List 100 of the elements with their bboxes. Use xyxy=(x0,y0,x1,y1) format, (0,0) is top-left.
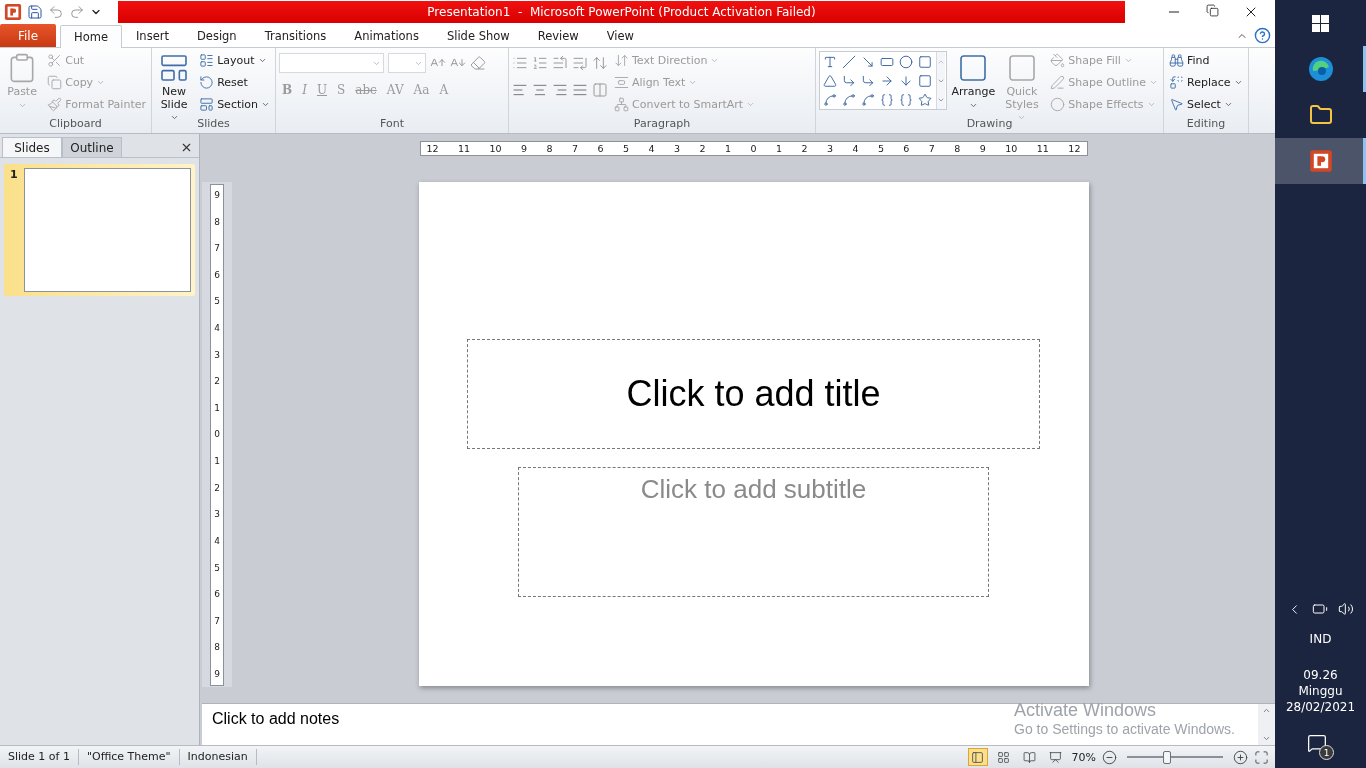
paintbrush-icon xyxy=(47,97,63,112)
ruler-number: 11 xyxy=(458,143,471,154)
view-button[interactable] xyxy=(967,748,988,766)
zoom-level[interactable]: 70% xyxy=(1071,750,1096,764)
slider-thumb[interactable] xyxy=(1162,750,1171,764)
language-indicator[interactable]: IND xyxy=(1309,631,1332,647)
window-title: Presentation1 - Microsoft PowerPoint (Product Activation Failed) xyxy=(118,1,1125,23)
file-tab[interactable]: File xyxy=(0,24,56,47)
redo-icon[interactable] xyxy=(69,4,85,20)
pane-tab[interactable]: Outline xyxy=(62,137,122,157)
align-center-icon[interactable] xyxy=(532,82,548,98)
arrow-icon[interactable] xyxy=(860,54,875,69)
clock-day[interactable]: Minggu xyxy=(1298,683,1343,699)
zoom-in-icon[interactable] xyxy=(1233,749,1248,765)
battery-icon[interactable] xyxy=(1312,601,1328,617)
line-icon[interactable] xyxy=(841,54,856,69)
binoculars-icon xyxy=(1169,53,1184,68)
layout-button[interactable]: Layout xyxy=(197,50,272,71)
ribbon-tab[interactable]: Design xyxy=(182,24,251,47)
clock-time[interactable]: 09.26 xyxy=(1303,667,1338,683)
align-left-icon[interactable] xyxy=(512,82,528,98)
font-size-field[interactable] xyxy=(388,53,426,73)
ribbon-tab[interactable]: Home xyxy=(60,25,122,48)
save-icon[interactable] xyxy=(27,4,43,20)
increase-indent-icon[interactable] xyxy=(572,55,588,71)
decrease-indent-icon[interactable] xyxy=(552,55,568,71)
freeform-icon[interactable] xyxy=(822,92,837,107)
ribbon-tab[interactable]: Slide Show xyxy=(432,24,524,47)
scroll-up-icon[interactable] xyxy=(1262,706,1271,715)
ruler-number: 4 xyxy=(214,536,220,546)
bullets-icon[interactable] xyxy=(512,55,528,71)
windows-icon[interactable] xyxy=(1312,14,1329,32)
triangle-icon[interactable] xyxy=(822,73,837,88)
ruler-number: 1 xyxy=(724,143,731,154)
arrange-button[interactable]: Arrange xyxy=(951,50,996,117)
slide-sorter-icon xyxy=(997,750,1011,764)
volume-icon[interactable] xyxy=(1338,601,1354,617)
replace-button[interactable]: Replace xyxy=(1167,72,1245,93)
undo-icon[interactable] xyxy=(48,4,64,20)
rounded-rectangle-icon[interactable] xyxy=(917,54,932,69)
shapes-gallery[interactable] xyxy=(819,51,947,110)
find-button[interactable]: Find xyxy=(1167,50,1245,71)
elbow-arrow-icon[interactable] xyxy=(860,73,875,88)
ruler-number: 10 xyxy=(489,143,502,154)
circle-icon xyxy=(1050,97,1066,112)
section-button[interactable]: Section xyxy=(197,94,272,115)
ribbon-tab[interactable]: Review xyxy=(523,24,593,47)
ruler-number: 5 xyxy=(877,143,884,154)
elbow-connector-icon[interactable] xyxy=(841,73,856,88)
slide-show-icon xyxy=(1049,750,1063,764)
zoom-out-icon[interactable] xyxy=(1102,749,1117,765)
align-right-icon[interactable] xyxy=(552,82,568,98)
slide-thumbnail[interactable] xyxy=(23,168,191,292)
arc-icon[interactable] xyxy=(841,92,856,107)
star-icon[interactable] xyxy=(917,92,932,107)
columns-icon[interactable] xyxy=(592,82,608,98)
ribbon-tab[interactable]: View xyxy=(592,24,648,47)
taskbar-button[interactable] xyxy=(1275,138,1366,184)
slide-thumbnail-row[interactable]: 1 xyxy=(4,164,195,296)
text-box-icon[interactable] xyxy=(822,54,837,69)
fit-icon[interactable] xyxy=(1254,749,1269,765)
group-label: Clipboard xyxy=(49,117,102,132)
scrollbar[interactable] xyxy=(1258,704,1275,745)
new-slide-button[interactable]: New Slide xyxy=(155,50,194,117)
pane-tab[interactable]: Slides xyxy=(2,137,62,157)
ruler-number: 2 xyxy=(214,377,220,387)
ribbon-tab[interactable]: Insert xyxy=(121,24,183,47)
right-arrow-icon[interactable] xyxy=(879,73,894,88)
select-button[interactable]: Select xyxy=(1167,94,1245,115)
restore-icon[interactable] xyxy=(1206,4,1219,20)
ruler-number: 0 xyxy=(750,143,757,154)
notifications-button[interactable]: 1 xyxy=(1307,733,1334,760)
ruler-number: 5 xyxy=(623,143,630,154)
numbering-icon[interactable] xyxy=(532,55,548,71)
ribbon-tab[interactable]: Transitions xyxy=(250,24,341,47)
title-placeholder[interactable]: Click to add title xyxy=(467,339,1040,449)
notes-text[interactable]: Click to add notes xyxy=(212,710,340,727)
oval-icon[interactable] xyxy=(898,54,913,69)
ruler-number: 2 xyxy=(801,143,808,154)
justify-icon[interactable] xyxy=(572,82,588,98)
browser-icon[interactable] xyxy=(1307,56,1334,82)
clock-date[interactable]: 28/02/2021 xyxy=(1285,699,1356,715)
ruler-number: 1 xyxy=(214,457,220,467)
caret-icon xyxy=(1233,78,1243,87)
layout-icon xyxy=(199,53,215,68)
help-icon[interactable] xyxy=(1254,27,1271,44)
eraser-icon[interactable] xyxy=(470,55,486,71)
group-label: Drawing xyxy=(966,117,1013,132)
callout-icon[interactable] xyxy=(917,73,932,88)
ribbon-tab[interactable]: Animations xyxy=(340,24,433,47)
font-name-field[interactable] xyxy=(279,53,384,73)
powerpoint-icon[interactable] xyxy=(1308,149,1333,173)
curve-icon[interactable] xyxy=(860,92,875,107)
close-icon[interactable] xyxy=(180,141,193,154)
reset-button[interactable]: Reset xyxy=(197,72,272,93)
line-spacing-icon[interactable] xyxy=(592,55,608,71)
powerpoint-icon[interactable] xyxy=(4,3,22,21)
folder-icon[interactable] xyxy=(1308,103,1333,127)
caret-icon xyxy=(1123,56,1133,65)
scroll-down-icon[interactable] xyxy=(1262,734,1271,743)
